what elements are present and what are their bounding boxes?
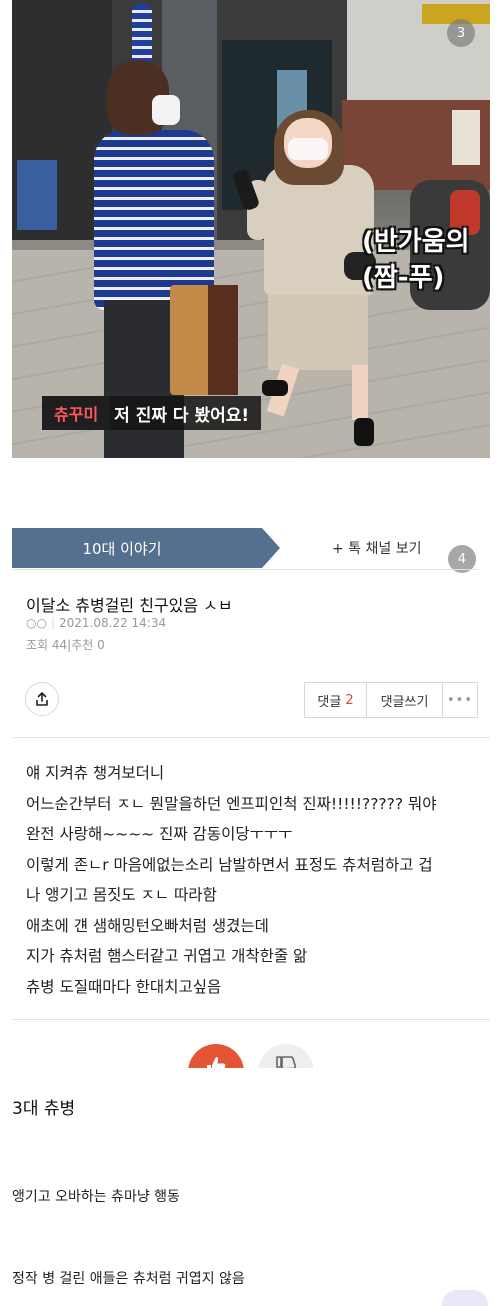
comments-count: 2 xyxy=(345,692,354,708)
shopping-bag xyxy=(170,285,238,395)
floating-button[interactable] xyxy=(442,1290,488,1306)
post-body: 얘 지켜츄 챙겨보더니 어느순간부터 ㅈㄴ 뭔말을하던 엔프피인척 진짜!!!!… xyxy=(26,758,476,1002)
post-body-line: 애초에 걘 샘해밍턴오빠처럼 생겼는데 xyxy=(26,916,269,935)
caption-speaker: 츄꾸미 xyxy=(42,396,111,430)
comments-button[interactable]: 댓글 2 xyxy=(304,682,366,718)
image-index-badge: 3 xyxy=(447,19,475,47)
comments-label: 댓글 xyxy=(317,694,342,710)
post-body-line: 츄병 도질때마다 한대치고싶음 xyxy=(26,977,222,996)
video-caption: 츄꾸미 저 진짜 다 봤어요! xyxy=(42,396,262,430)
post-author: ○○ xyxy=(26,616,47,630)
post-body-line: 이렇게 존ㄴr 마음에없는소리 남발하면서 표정도 츄처럼하고 겁 xyxy=(26,855,433,874)
post-title: 이달소 츄병걸린 친구있음 ㅅㅂ xyxy=(26,596,233,615)
post-meta: ○○ | 2021.08.22 14:34 xyxy=(26,616,167,630)
person-left xyxy=(94,130,214,310)
overlay-line-1: (반가움의 xyxy=(362,227,470,257)
section-title: 3대 츄병 xyxy=(12,1099,76,1119)
post-body-line: 완전 사랑해~~~~ 진짜 감동이당ㅜㅜㅜ xyxy=(26,825,293,843)
post-stats: 조회 44|추천 0 xyxy=(26,638,105,652)
section-line-1: 앵기고 오바하는 츄마냥 행동 xyxy=(12,1189,180,1205)
tab-10s-story[interactable]: 10대 이야기 xyxy=(12,528,280,568)
caption-text: 저 진짜 다 봤어요! xyxy=(110,396,262,430)
post-actions: 댓글 2 댓글쓰기 ••• xyxy=(304,682,478,718)
divider xyxy=(12,569,478,570)
divider xyxy=(12,737,490,738)
talk-channel-link[interactable]: + 톡 채널 보기 xyxy=(332,528,421,568)
post-body-line: 얘 지켜츄 챙겨보더니 xyxy=(26,764,165,782)
tab-10s-story-label: 10대 이야기 xyxy=(82,539,162,558)
more-button[interactable]: ••• xyxy=(442,682,478,718)
divider xyxy=(12,1019,490,1020)
post-body-line: 지가 츄처럼 햄스터같고 귀엽고 개착한줄 앎 xyxy=(26,947,308,965)
write-comment-button[interactable]: 댓글쓰기 xyxy=(366,682,442,718)
share-icon xyxy=(36,692,48,706)
post-views: 조회 44 xyxy=(26,638,68,652)
video-overlay-text: (반가움의 (짬-푸) xyxy=(362,224,470,296)
post-body-line: 나 앵기고 몸짓도 ㅈㄴ 따라함 xyxy=(26,886,217,904)
overlay-line-2: (짬-푸) xyxy=(362,263,445,293)
post-recommends: 추천 0 xyxy=(71,638,105,652)
board-tabs: 10대 이야기 + 톡 채널 보기 xyxy=(12,528,478,568)
post-date: 2021.08.22 14:34 xyxy=(59,616,167,630)
post-body-line: 어느순간부터 ㅈㄴ 뭔말을하던 엔프피인척 진짜!!!!!????? 뭐야 xyxy=(26,794,437,813)
section-line-2: 정작 병 걸린 애들은 츄처럼 귀엽지 않음 xyxy=(12,1271,245,1287)
share-button[interactable] xyxy=(25,682,59,716)
